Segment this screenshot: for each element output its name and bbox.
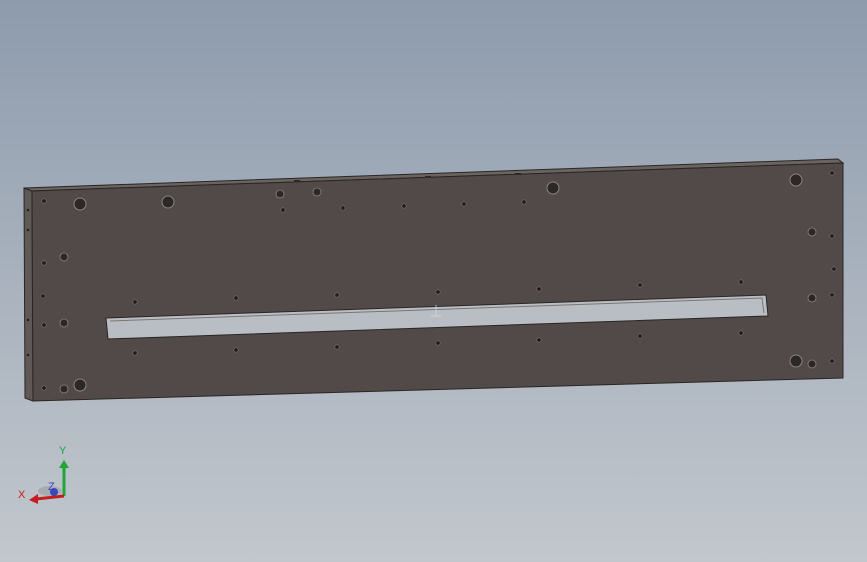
hole — [807, 293, 817, 303]
plate-front-face — [31, 162, 844, 402]
hole — [829, 233, 835, 239]
hole — [41, 322, 47, 328]
x-axis-label: X — [18, 489, 26, 501]
hole — [41, 385, 47, 391]
hole — [26, 318, 30, 322]
hole — [401, 203, 407, 209]
hole — [334, 292, 340, 298]
hole — [637, 282, 643, 288]
hole — [26, 353, 30, 357]
x-arrow-icon — [29, 494, 38, 504]
hole — [41, 260, 47, 266]
hole — [738, 330, 744, 336]
hole — [461, 201, 467, 207]
hole — [280, 207, 286, 213]
notch — [515, 173, 521, 175]
hole — [132, 350, 138, 356]
hole — [536, 337, 542, 343]
hole — [59, 318, 69, 328]
hole — [233, 347, 239, 353]
y-arrow-icon — [59, 460, 69, 468]
y-axis-label: Y — [59, 445, 67, 457]
hole — [41, 198, 47, 204]
hole — [435, 289, 441, 295]
hole — [73, 378, 87, 392]
hole — [829, 170, 835, 176]
hole — [521, 199, 527, 205]
hole — [275, 189, 285, 199]
hole — [40, 293, 46, 299]
hole — [807, 227, 817, 237]
z-axis-label: Z — [48, 481, 55, 493]
hole — [831, 266, 837, 272]
hole — [73, 197, 87, 211]
hole — [59, 384, 69, 394]
hole — [807, 359, 817, 369]
hole — [312, 187, 322, 197]
hole — [829, 292, 835, 298]
hole — [233, 295, 239, 301]
hole — [789, 173, 803, 187]
hole — [637, 333, 643, 339]
hole — [26, 228, 30, 232]
hole — [738, 279, 744, 285]
x-axis-icon — [35, 494, 65, 501]
hole — [536, 286, 542, 292]
orientation-triad[interactable]: Y X Z — [14, 440, 84, 510]
hole — [435, 340, 441, 346]
model-view[interactable] — [0, 0, 867, 562]
hole — [829, 358, 835, 364]
hole — [59, 252, 69, 262]
notch — [425, 176, 431, 178]
hole — [789, 354, 803, 368]
notch — [294, 180, 300, 182]
hole — [26, 208, 30, 212]
hole — [546, 181, 560, 195]
3d-viewport[interactable]: Y X Z — [0, 0, 867, 562]
hole — [161, 195, 175, 209]
hole — [334, 344, 340, 350]
hole — [340, 205, 346, 211]
hole — [132, 299, 138, 305]
